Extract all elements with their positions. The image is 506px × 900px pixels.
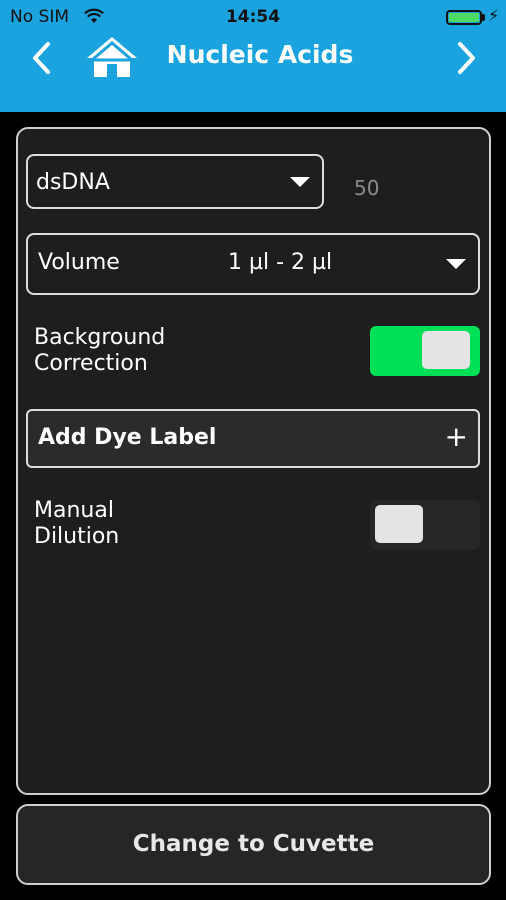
caret-down-icon <box>446 259 466 269</box>
app-header: No SIM 14:54 ⚡ Nucleic Acids <box>0 0 506 112</box>
caret-down-icon <box>290 177 310 187</box>
battery-tip <box>482 14 485 21</box>
clock: 14:54 <box>225 7 281 27</box>
plus-icon: + <box>444 420 468 453</box>
background-correction-label-line2: Correction <box>34 351 148 376</box>
background-correction-label: Background Correction <box>34 325 165 377</box>
toggle-knob <box>375 505 423 543</box>
status-bar: No SIM 14:54 ⚡ <box>0 0 506 34</box>
home-icon[interactable] <box>84 34 140 80</box>
change-to-cuvette-label: Change to Cuvette <box>132 831 375 857</box>
sample-type-select[interactable]: dsDNA <box>26 154 324 209</box>
change-to-cuvette-button[interactable]: Change to Cuvette <box>16 804 491 885</box>
background-correction-label-line1: Background <box>34 325 166 350</box>
manual-dilution-label-line2: Dilution <box>34 524 120 549</box>
page-title: Nucleic Acids <box>166 40 354 69</box>
factor-value: 50 <box>354 176 380 200</box>
volume-value: 1 µl - 2 µl <box>228 250 333 275</box>
chevron-right-icon[interactable] <box>448 38 484 78</box>
add-dye-label-button[interactable]: Add Dye Label + <box>26 409 480 468</box>
background-correction-toggle[interactable] <box>370 326 480 376</box>
battery-level <box>449 13 479 22</box>
battery-icon <box>446 10 482 25</box>
toggle-knob <box>422 331 470 369</box>
volume-label: Volume <box>38 250 120 275</box>
manual-dilution-label: Manual Dilution <box>34 498 119 550</box>
add-dye-label-text: Add Dye Label <box>38 425 217 450</box>
volume-select[interactable]: Volume 1 µl - 2 µl <box>26 233 480 295</box>
sample-type-value: dsDNA <box>36 170 110 195</box>
charging-icon: ⚡ <box>488 6 500 25</box>
manual-dilution-toggle[interactable] <box>370 500 480 550</box>
manual-dilution-label-line1: Manual <box>34 498 114 523</box>
chevron-left-icon[interactable] <box>24 38 60 78</box>
